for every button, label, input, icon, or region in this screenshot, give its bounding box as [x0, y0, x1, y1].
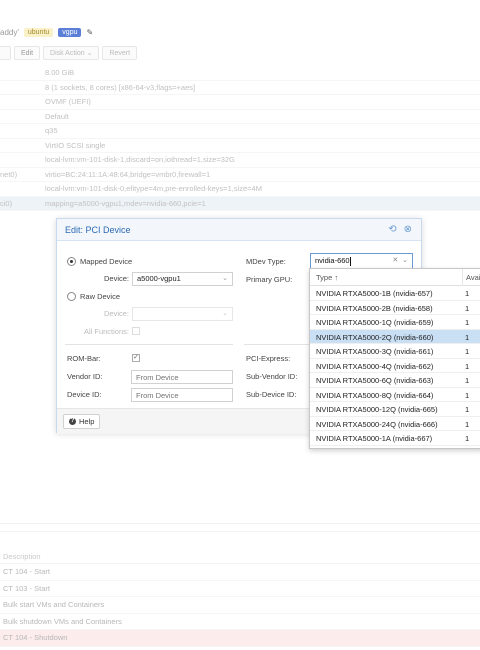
mdev-option[interactable]: NVIDIA RTXA5000-1A (nvidia-667) 1: [310, 431, 480, 446]
mapped-device-label: Mapped Device: [80, 257, 133, 266]
mdev-type-value: nvidia-660: [315, 256, 350, 265]
vm-name: addy': [0, 28, 19, 37]
edit-button[interactable]: Edit: [13, 46, 41, 60]
vm-header: addy' ubuntu vgpu ✎: [0, 24, 480, 41]
dialog-title: Edit: PCI Device: [65, 224, 131, 235]
mdev-option[interactable]: NVIDIA RTXA5000-1B (nvidia-657) 1: [310, 286, 480, 301]
hardware-row[interactable]: local-lvm:vm-101-disk-0,efitype=4m,pre-e…: [0, 182, 480, 197]
task-row-error[interactable]: CT 104 - Shutdown: [0, 630, 480, 647]
sub-vendor-id-label: Sub-Vendor ID:: [246, 372, 298, 381]
hardware-row[interactable]: Default: [0, 110, 480, 124]
close-icon[interactable]: ⊗: [404, 224, 412, 235]
clear-icon[interactable]: ✕: [392, 257, 398, 264]
raw-device-radio[interactable]: [67, 292, 76, 301]
primary-gpu-label: Primary GPU:: [246, 275, 293, 284]
disk-action-button[interactable]: Disk Action ⌄: [43, 46, 100, 60]
mapped-device-select[interactable]: a5000-vgpu1 ⌄: [132, 272, 233, 286]
device-label: Device:: [103, 274, 129, 283]
tag-ubuntu[interactable]: ubuntu: [23, 28, 54, 37]
mdev-option[interactable]: NVIDIA RTXA5000-24Q (nvidia-666) 1: [310, 417, 480, 431]
task-log: Description CT 104 - Start CT 103 - Star…: [0, 549, 480, 647]
mdev-type-dropdown: Type ↑ Avail NVIDIA RTXA5000-1B (nvidia-…: [309, 268, 480, 449]
vendor-id-input[interactable]: [131, 370, 233, 384]
panel-divider: [0, 531, 480, 532]
text-cursor: [349, 256, 351, 266]
all-functions-label: All Functions:: [83, 327, 129, 336]
panel-divider: [0, 523, 480, 524]
combo-controls: ✕ ⌄: [392, 256, 408, 264]
hardware-row[interactable]: local-lvm:vm-101-disk-1,discard=on,iothr…: [0, 153, 480, 168]
hardware-row[interactable]: VirtIO SCSI single: [0, 139, 480, 153]
tag-vgpu[interactable]: vgpu: [58, 28, 82, 37]
mdev-option[interactable]: NVIDIA RTXA5000-3Q (nvidia-661) 1: [310, 344, 480, 359]
mdev-option[interactable]: NVIDIA RTXA5000-12Q (nvidia-665) 1: [310, 402, 480, 417]
mdev-option[interactable]: NVIDIA RTXA5000-4Q (nvidia-662) 1: [310, 359, 480, 373]
raw-device-field-label: Device:: [103, 309, 129, 318]
task-column-description[interactable]: Description: [0, 549, 480, 564]
edit-tags-icon[interactable]: ✎: [86, 28, 93, 37]
hardware-row-selected[interactable]: ci0) mapping=a5000-vgpu1,mdev=nvidia-660,…: [0, 196, 480, 211]
task-row[interactable]: CT 103 - Start: [0, 581, 480, 597]
column-header-type[interactable]: Type ↑: [316, 273, 338, 282]
mdev-option[interactable]: NVIDIA RTXA5000-8Q (nvidia-664) 1: [310, 388, 480, 402]
mdev-option[interactable]: NVIDIA RTXA5000-1Q (nvidia-659) 1: [310, 315, 480, 330]
hardware-row[interactable]: 8.00 GiB: [0, 66, 480, 81]
disk-action-label: Disk Action: [50, 50, 85, 57]
dropdown-header: Type ↑ Avail: [310, 269, 480, 286]
task-row[interactable]: Bulk shutdown VMs and Containers: [0, 614, 480, 630]
hardware-row[interactable]: net0) virtio=BC:24:11:1A:48:64,bridge=vmb…: [0, 168, 480, 182]
help-button[interactable]: ? Help: [63, 414, 101, 429]
mdev-option-selected[interactable]: NVIDIA RTXA5000-2Q (nvidia-660) 1: [310, 329, 480, 344]
pci-express-label: PCI-Express:: [246, 354, 291, 363]
help-label: Help: [79, 417, 95, 426]
dialog-header: Edit: PCI Device: [57, 219, 421, 241]
all-functions-checkbox[interactable]: [132, 327, 140, 335]
raw-device-select[interactable]: ⌄: [132, 307, 233, 321]
raw-device-label: Raw Device: [80, 292, 121, 301]
mdev-option[interactable]: NVIDIA RTXA5000-6Q (nvidia-663) 1: [310, 373, 480, 388]
reset-icon[interactable]: ⟲: [388, 224, 396, 235]
mdev-type-combo[interactable]: nvidia-660 ✕ ⌄: [310, 253, 413, 269]
rom-bar-checkbox[interactable]: ✓: [132, 354, 140, 362]
vendor-id-label: Vendor ID:: [67, 372, 103, 381]
dialog-tools: ⟲ ⊗: [388, 224, 412, 235]
task-row[interactable]: CT 104 - Start: [0, 564, 480, 581]
hardware-toolbar: Edit Disk Action ⌄ Revert: [0, 45, 138, 61]
mdev-type-label: MDev Type:: [246, 257, 286, 266]
sub-device-id-label: Sub-Device ID:: [246, 390, 297, 399]
mapped-device-value: a5000-vgpu1: [137, 274, 181, 283]
toolbar-prev-button[interactable]: [0, 46, 11, 60]
chevron-down-icon: ⌄: [222, 275, 228, 282]
hardware-list: 8.00 GiB 8 (1 sockets, 8 cores) [x86-64-…: [0, 66, 480, 211]
chevron-down-icon: ⌄: [222, 310, 228, 317]
divider: [65, 344, 233, 345]
device-id-label: Device ID:: [67, 390, 102, 399]
question-icon: ?: [69, 418, 76, 425]
column-header-available[interactable]: Avail: [462, 269, 480, 286]
mdev-option[interactable]: NVIDIA RTXA5000-2B (nvidia-658) 1: [310, 301, 480, 315]
revert-button[interactable]: Revert: [102, 46, 138, 60]
rom-bar-label: ROM-Bar:: [67, 354, 101, 363]
task-row[interactable]: Bulk start VMs and Containers: [0, 597, 480, 614]
hardware-row[interactable]: q35: [0, 124, 480, 139]
device-id-input[interactable]: [131, 388, 233, 402]
chevron-down-icon: ⌄: [86, 50, 93, 57]
hardware-row[interactable]: OVMF (UEFI): [0, 95, 480, 110]
mapped-device-radio[interactable]: [67, 257, 76, 266]
chevron-down-icon[interactable]: ⌄: [402, 257, 408, 264]
hardware-row[interactable]: 8 (1 sockets, 8 cores) [x86-64-v3,flags=…: [0, 81, 480, 95]
